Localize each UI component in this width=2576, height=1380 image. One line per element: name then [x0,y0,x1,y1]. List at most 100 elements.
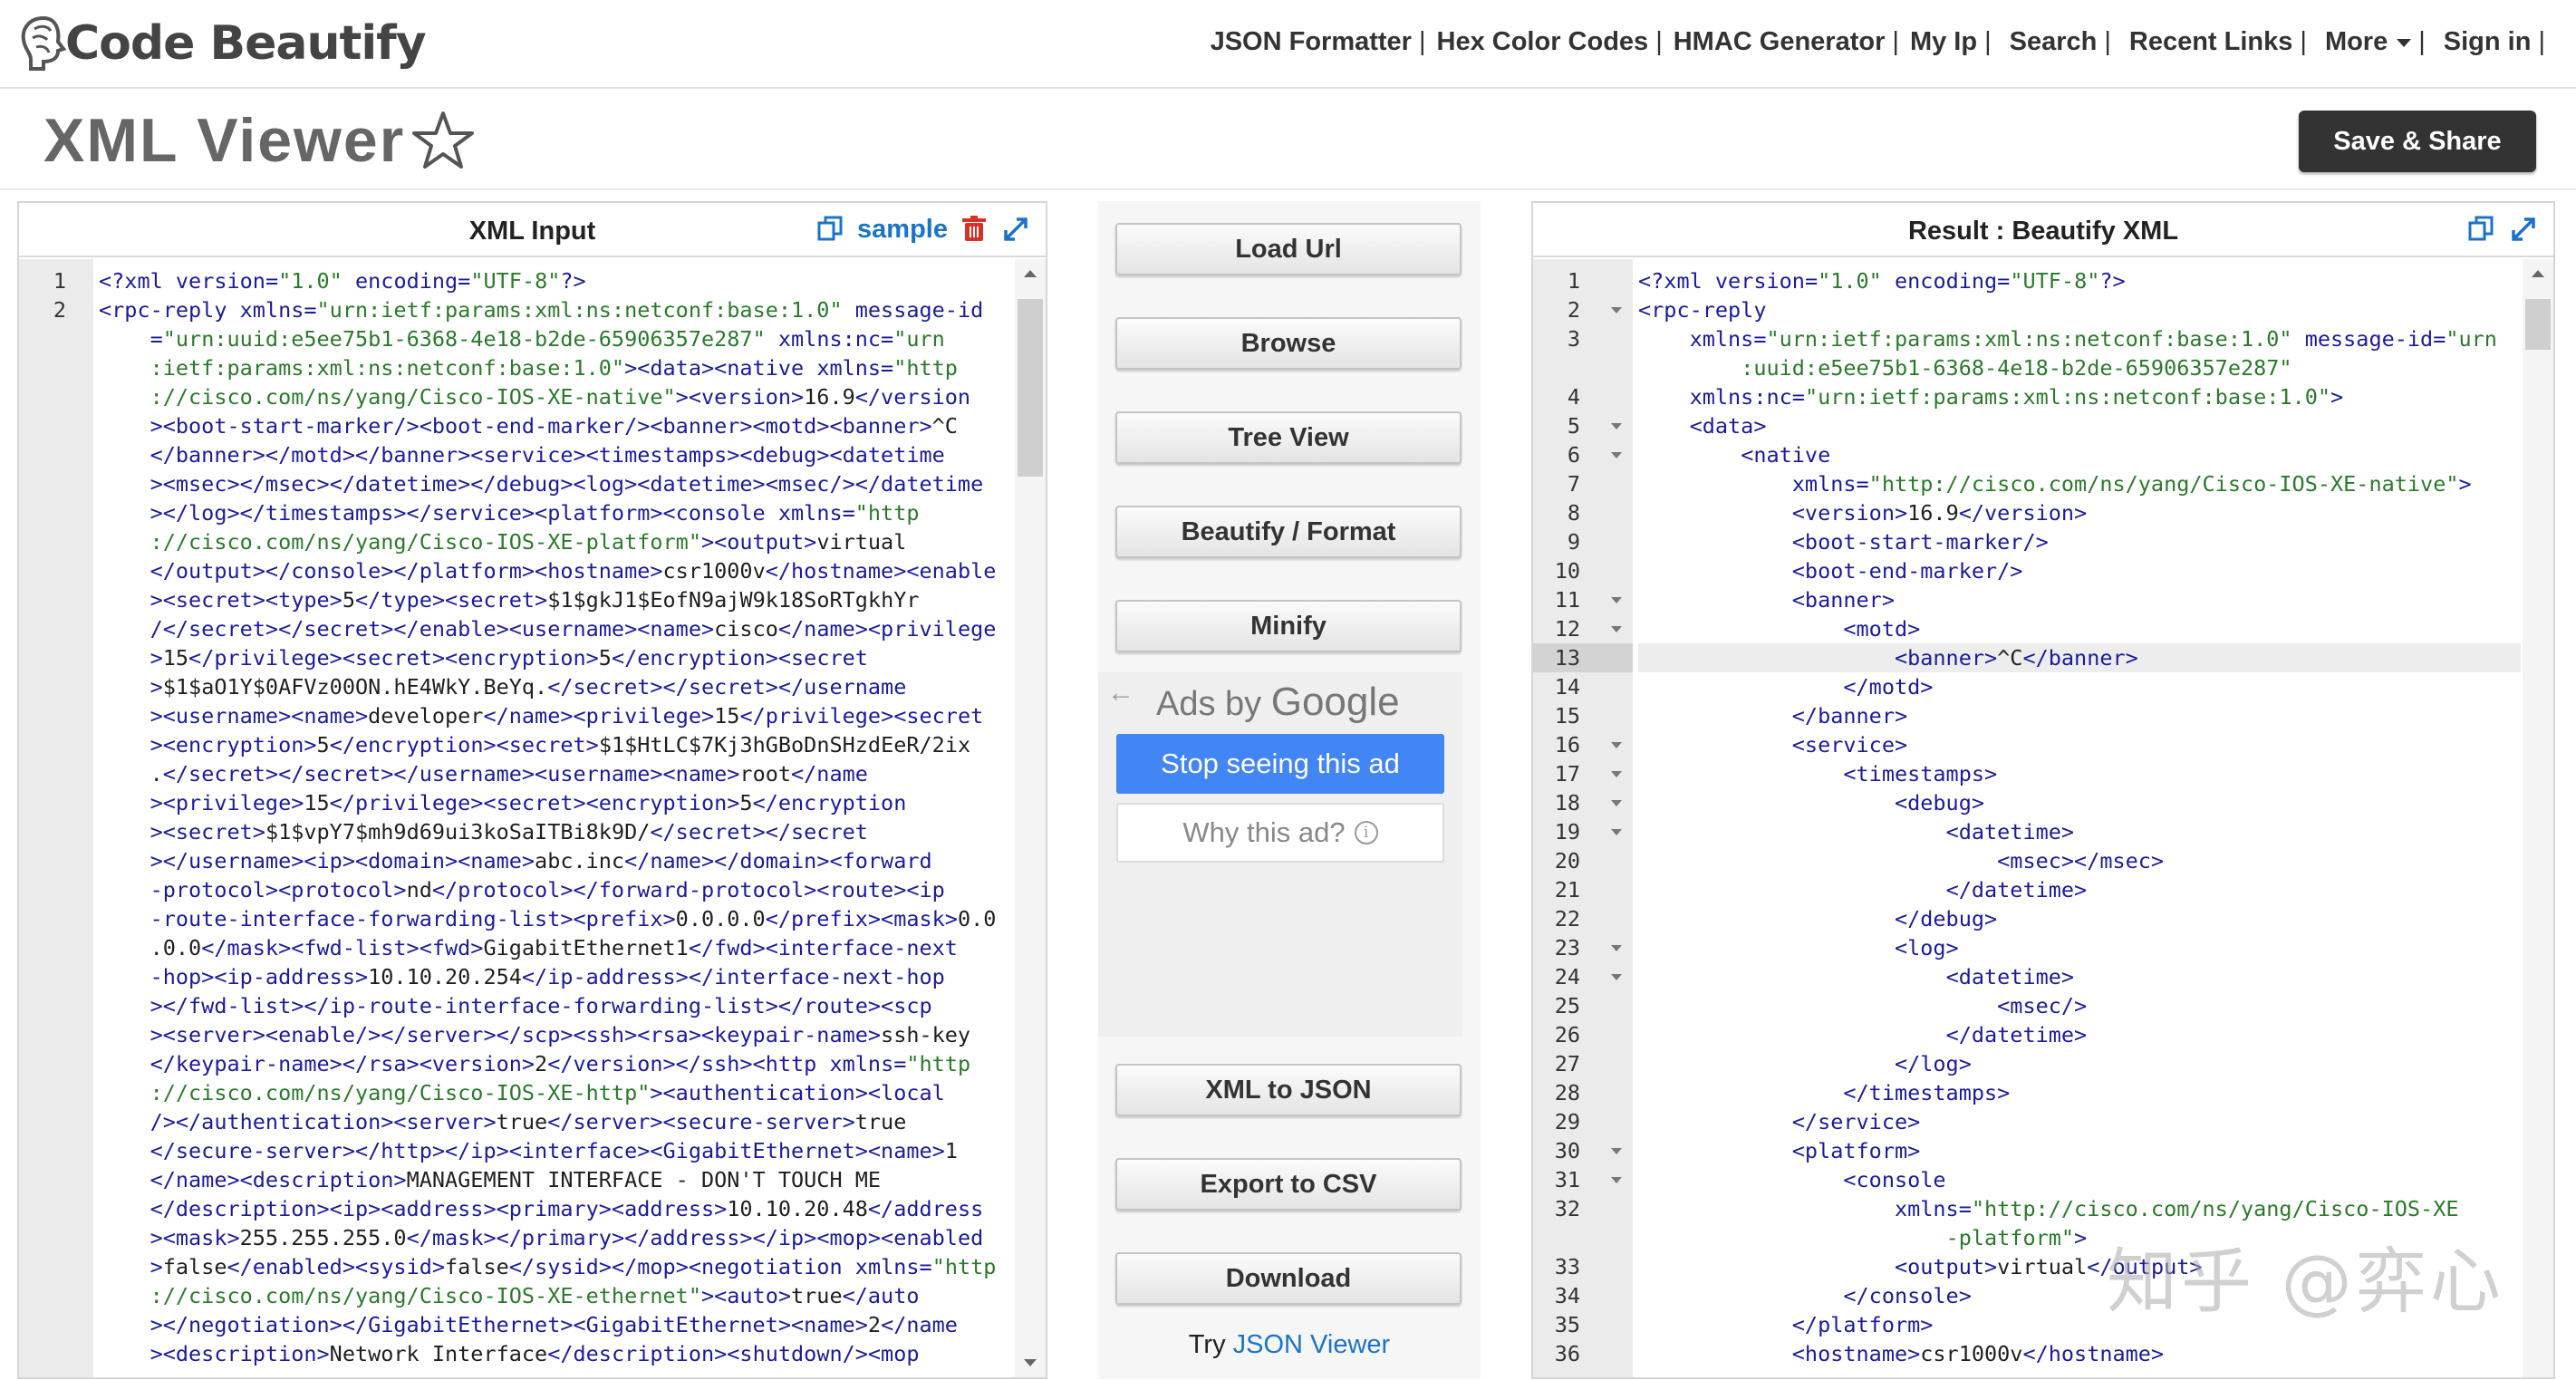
scroll-up-icon[interactable] [2532,270,2544,277]
browse-button[interactable]: Browse [1115,317,1462,370]
line-number: 23 [1554,935,1580,960]
fold-toggle-icon[interactable] [1611,452,1622,458]
scrollbar[interactable] [2523,259,2553,1377]
result-title: Result : Beautify XML [1907,217,2179,246]
nav-my-ip[interactable]: My Ip [1910,27,1977,57]
code-line: </banner> [1791,703,1908,729]
code-line: ="urn:uuid:e5ee75b1-6368-4e18-b2de-65906… [150,326,945,352]
result-header: Result : Beautify XML [1533,203,2553,257]
fold-toggle-icon[interactable] [1611,423,1622,429]
code-line: xmlns:nc="urn:ietf:params:xml:ns:netconf… [1689,384,2344,410]
top-navbar: Code Beautify JSON Formatter | Hex Color … [0,0,2576,89]
main-nav: JSON Formatter | Hex Color Codes | HMAC Ge… [1211,27,2545,57]
scrollbar-thumb[interactable] [2525,299,2551,350]
scrollbar-thumb[interactable] [1018,299,1043,477]
fold-toggle-icon[interactable] [1611,597,1622,603]
line-number: 24 [1554,964,1580,989]
line-number: 7 [1567,471,1580,497]
code-line: <platform> [1791,1138,1921,1163]
line-number: 4 [1567,384,1580,410]
json-viewer-link[interactable]: JSON Viewer [1233,1330,1391,1359]
nav-search[interactable]: Search [2010,27,2098,57]
expand-icon[interactable] [2508,214,2539,245]
copy-icon[interactable] [2466,214,2497,245]
xml-input-editor[interactable]: 12 <?xml version="1.0" encoding="UTF-8"?… [19,259,1046,1377]
load-url-button[interactable]: Load Url [1115,223,1462,275]
xml-input-code[interactable]: <?xml version="1.0" encoding="UTF-8"?> <r… [99,259,1013,1377]
code-line: ></log></timestamps></service><platform>… [150,500,920,526]
code-line: <msec></msec> [1997,848,2165,873]
result-editor[interactable]: 1 2 3 4 5 6 7 8 9 10 11 12 13 14 15 16 17 18 19 20 21 22 23 24 2… [1533,259,2553,1377]
trash-icon[interactable] [959,214,989,245]
save-share-button[interactable]: Save & Share [2299,111,2536,172]
fold-toggle-icon[interactable] [1611,974,1622,980]
code-line: <native [1741,442,1831,468]
nav-more-dropdown[interactable]: More [2324,27,2412,57]
code-line: xmlns="http://cisco.com/ns/yang/Cisco-IO… [1791,471,2472,497]
export-csv-button[interactable]: Export to CSV [1115,1158,1462,1211]
code-line: <rpc-reply [1638,297,1767,323]
line-number: 10 [1554,558,1580,584]
code-line: <msec/> [1997,993,2088,1018]
page-title: XML Viewer [43,105,476,176]
result-code[interactable]: <?xml version="1.0" encoding="UTF-8"?> <r… [1638,259,2521,1377]
nav-hex-color-codes[interactable]: Hex Color Codes [1437,27,1649,57]
scrollbar[interactable] [1015,259,1046,1377]
site-logo[interactable]: Code Beautify [16,7,427,80]
code-line: ><msec></msec></datetime></debug><log><d… [150,471,984,497]
tree-view-button[interactable]: Tree View [1115,411,1462,464]
divider [0,188,2576,190]
code-line: >15</privilege><secret><encryption>5</en… [150,645,868,671]
fold-toggle-icon[interactable] [1611,742,1622,748]
line-number: 27 [1554,1051,1580,1076]
nav-recent-links[interactable]: Recent Links [2129,27,2293,57]
nav-json-formatter[interactable]: JSON Formatter [1211,27,1412,57]
code-line: ><username><name>developer</name><privil… [150,703,984,729]
back-arrow-icon[interactable]: ← [1107,678,1134,709]
google-wordmark: Google [1270,680,1400,724]
code-line: -protocol><protocol>nd</protocol></forwa… [150,877,945,902]
code-line: </motd> [1843,674,1934,700]
code-line: </name><description>MANAGEMENT INTERFACE… [150,1167,882,1192]
line-number: 32 [1554,1196,1580,1221]
line-number: 35 [1554,1312,1580,1337]
fold-toggle-icon[interactable] [1611,626,1622,632]
fold-toggle-icon[interactable] [1611,945,1622,951]
fold-toggle-icon[interactable] [1611,1177,1622,1183]
why-this-ad-label: Why this ad? [1182,816,1346,848]
star-icon[interactable] [410,108,476,173]
fold-toggle-icon[interactable] [1611,829,1622,835]
why-this-ad-button[interactable]: Why this ad? i [1116,803,1444,863]
fold-toggle-icon[interactable] [1611,1148,1622,1154]
code-line: <console [1843,1167,1946,1192]
scroll-up-icon[interactable] [1024,270,1037,277]
xml-input-header: XML Input sample [19,203,1046,257]
code-line: ></fwd-list></ip-route-interface-forward… [150,993,932,1018]
xml-to-json-button[interactable]: XML to JSON [1115,1064,1462,1116]
download-button[interactable]: Download [1115,1252,1462,1305]
nav-sign-in[interactable]: Sign in [2444,27,2532,57]
nav-more-label: More [2324,27,2388,56]
stop-seeing-ad-button[interactable]: Stop seeing this ad [1116,734,1444,794]
fold-toggle-icon[interactable] [1611,800,1622,806]
fold-toggle-icon[interactable] [1611,771,1622,777]
code-line: </console> [1843,1283,1972,1308]
code-line: <banner> [1791,587,1895,613]
code-line: <motd> [1843,616,1921,642]
line-number: 18 [1554,790,1580,815]
expand-icon[interactable] [1000,214,1031,245]
nav-hmac-generator[interactable]: HMAC Generator [1674,27,1886,57]
beautify-format-button[interactable]: Beautify / Format [1115,506,1462,558]
line-number: 2 [53,297,66,323]
line-number: 33 [1554,1254,1580,1279]
code-line: xmlns="urn:ietf:params:xml:ns:netconf:ba… [1689,326,2497,352]
scroll-down-icon[interactable] [1024,1359,1037,1366]
line-number: 26 [1554,1022,1580,1047]
minify-button[interactable]: Minify [1115,600,1462,652]
fold-toggle-icon[interactable] [1611,307,1622,314]
sample-link[interactable]: sample [857,215,948,245]
code-line: </output></console></platform><hostname>… [150,558,997,584]
copy-icon[interactable] [815,214,846,245]
line-number: 12 [1554,616,1580,642]
xml-input-panel: XML Input sample 12 <?xml version="1.0" … [17,201,1047,1379]
